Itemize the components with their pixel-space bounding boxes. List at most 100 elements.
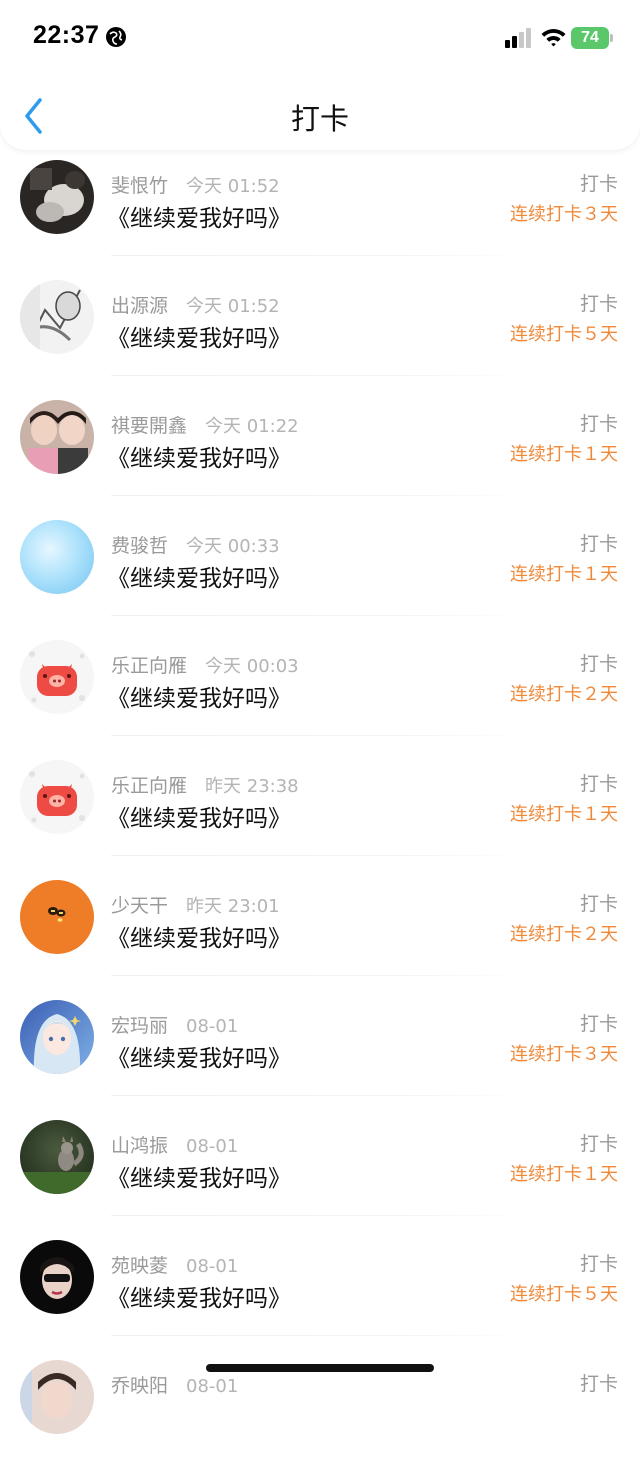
cellular-signal-icon	[505, 28, 531, 48]
streak-label: 连续打卡５天	[510, 1284, 618, 1305]
user-name[interactable]: 乔映阳	[111, 1375, 168, 1397]
checkin-time: 今天 01:52	[186, 296, 280, 317]
checkin-row[interactable]: 宏玛丽 08-01 《继续爱我好吗》 打卡连续打卡３天	[0, 978, 640, 1098]
song-title: 《继续爱我好吗》	[107, 1166, 291, 1192]
checkin-label: 打卡	[579, 1133, 618, 1155]
song-title: 《继续爱我好吗》	[107, 806, 291, 832]
song-title: 《继续爱我好吗》	[107, 446, 291, 472]
status-time: 22:37	[33, 21, 100, 49]
row-divider	[111, 855, 531, 856]
user-name[interactable]: 费骏哲	[111, 535, 168, 557]
user-name[interactable]: 苑映菱	[111, 1255, 168, 1277]
checkin-label: 打卡	[579, 893, 618, 915]
user-avatar[interactable]	[20, 1240, 94, 1314]
user-avatar[interactable]	[20, 1360, 94, 1434]
checkin-row[interactable]: 出源源 今天 01:52 《继续爱我好吗》 打卡 连续打卡５天	[0, 258, 640, 378]
checkin-row[interactable]: 祺要開鑫 今天 01:22 《继续爱我好吗》 打卡连续打卡１天	[0, 378, 640, 498]
header: 22:37 74 打卡	[0, 0, 640, 150]
user-name[interactable]: 祺要開鑫	[111, 415, 187, 437]
song-title: 《继续爱我好吗》	[107, 686, 291, 712]
streak-label: 连续打卡１天	[510, 564, 618, 585]
checkin-label: 打卡	[579, 413, 618, 435]
song-title: 《继续爱我好吗》	[107, 566, 291, 592]
row-divider	[111, 975, 531, 976]
song-title: 《继续爱我好吗》	[107, 1046, 291, 1072]
user-avatar[interactable]	[20, 880, 94, 954]
streak-label: 连续打卡１天	[510, 804, 618, 825]
checkin-row[interactable]: 山鸿振 08-01 《继续爱我好吗》 打卡连续打卡１天	[0, 1098, 640, 1218]
checkin-time: 今天 01:52	[186, 176, 280, 197]
checkin-label: 打卡	[579, 773, 618, 795]
checkin-time: 08-01	[186, 1136, 239, 1157]
user-name[interactable]: 出源源	[111, 295, 168, 317]
user-avatar[interactable]	[20, 400, 94, 474]
checkin-row[interactable]: 少天干 昨天 23:01 《继续爱我好吗》 打卡连续打卡２天	[0, 858, 640, 978]
globe-icon	[106, 27, 126, 47]
user-meta: 斐恨竹 今天 01:52	[111, 171, 280, 198]
song-title: 《继续爱我好吗》	[107, 326, 291, 352]
streak-label: 连续打卡３天	[510, 204, 618, 225]
page-title: 打卡	[290, 102, 349, 136]
checkin-time: 今天 00:33	[186, 536, 280, 557]
user-name[interactable]: 乐正向雁	[111, 655, 187, 677]
streak-label: 连续打卡２天	[510, 924, 618, 945]
checkin-row[interactable]: 乐正向雁 今天 00:03 《继续爱我好吗》 打卡连续打卡２天	[0, 618, 640, 738]
streak-label: 连续打卡１天	[510, 1164, 618, 1185]
user-name[interactable]: 山鸿振	[111, 1135, 168, 1157]
user-avatar[interactable]	[20, 1000, 94, 1074]
user-meta: 乐正向雁 今天 00:03	[111, 651, 299, 678]
checkin-time: 今天 01:22	[205, 416, 299, 437]
checkin-row[interactable]: 斐恨竹 今天 01:52 《继续爱我好吗》 打卡连续打卡３天	[0, 138, 640, 258]
user-meta: 苑映菱 08-01	[111, 1251, 238, 1278]
row-divider	[111, 495, 531, 496]
home-indicator	[206, 1364, 434, 1372]
checkin-label: 打卡	[579, 293, 618, 315]
wifi-icon	[541, 29, 566, 47]
streak-label: 连续打卡３天	[510, 1044, 618, 1065]
user-meta: 出源源 今天 01:52	[111, 291, 280, 318]
checkin-label: 打卡	[579, 533, 618, 555]
song-title: 《继续爱我好吗》	[107, 1286, 291, 1312]
checkin-label: 打卡	[579, 173, 618, 195]
user-meta: 山鸿振 08-01	[111, 1131, 238, 1158]
checkin-time: 昨天 23:01	[186, 896, 280, 917]
checkin-row[interactable]: 乐正向雁 昨天 23:38 《继续爱我好吗》 打卡连续打卡１天	[0, 738, 640, 858]
user-avatar[interactable]	[20, 640, 94, 714]
checkin-time: 昨天 23:38	[205, 776, 299, 797]
row-divider	[111, 1095, 531, 1096]
user-avatar[interactable]	[20, 520, 94, 594]
row-divider	[111, 255, 531, 256]
user-meta: 少天干 昨天 23:01	[111, 891, 280, 918]
user-name[interactable]: 斐恨竹	[111, 175, 168, 197]
row-divider	[111, 615, 531, 616]
row-divider	[111, 1215, 531, 1216]
user-meta: 宏玛丽 08-01	[111, 1011, 238, 1038]
user-avatar[interactable]	[20, 1120, 94, 1194]
checkin-label: 打卡	[579, 1253, 618, 1275]
user-meta: 费骏哲 今天 00:33	[111, 531, 280, 558]
checkin-time: 今天 00:03	[205, 656, 299, 677]
checkin-label: 打卡	[579, 1373, 618, 1395]
battery-level: 74	[571, 27, 609, 49]
song-title: 《继续爱我好吗》	[107, 206, 291, 232]
checkin-row[interactable]: 费骏哲 今天 00:33 《继续爱我好吗》 打卡连续打卡１天	[0, 498, 640, 618]
user-name[interactable]: 少天干	[111, 895, 168, 917]
checkin-time: 08-01	[186, 1256, 239, 1277]
row-divider	[111, 375, 531, 376]
user-name[interactable]: 乐正向雁	[111, 775, 187, 797]
user-avatar[interactable]	[20, 280, 94, 354]
row-divider	[111, 1335, 531, 1336]
user-meta: 乐正向雁 昨天 23:38	[111, 771, 299, 798]
streak-label: 连续打卡２天	[510, 684, 618, 705]
user-avatar[interactable]	[20, 760, 94, 834]
status-bar: 22:37 74	[0, 0, 640, 76]
checkin-label: 打卡	[579, 1013, 618, 1035]
user-name[interactable]: 宏玛丽	[111, 1015, 168, 1037]
checkin-row[interactable]: 乔映阳 08-01 打卡	[0, 1338, 640, 1458]
battery-icon: 74	[571, 27, 613, 49]
checkin-label: 打卡	[579, 653, 618, 675]
song-title: 《继续爱我好吗》	[107, 926, 291, 952]
checkin-row[interactable]: 苑映菱 08-01 《继续爱我好吗》 打卡连续打卡５天	[0, 1218, 640, 1338]
user-avatar[interactable]	[20, 160, 94, 234]
streak-label: 连续打卡１天	[510, 444, 618, 465]
